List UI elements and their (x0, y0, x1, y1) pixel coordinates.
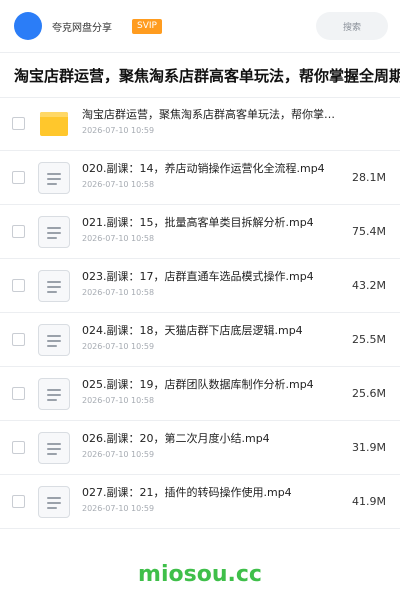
file-icon (38, 485, 70, 518)
file-name: 021.副课：15，批量高客单类目拆解分析.mp4 (82, 216, 314, 229)
file-size: 43.2M (352, 279, 386, 292)
brand-name: 夸克网盘分享 (52, 22, 112, 34)
file-icon (38, 323, 70, 356)
file-name: 024.副课：18，天猫店群下店底层逻辑.mp4 (82, 324, 303, 337)
avatar[interactable] (14, 12, 42, 40)
file-icon (38, 431, 70, 464)
file-info: 026.副课：20，第二次月度小结.mp4 2026-07-10 10:59 (82, 431, 340, 460)
file-date: 2026-07-10 10:59 (82, 504, 155, 513)
share-title-bar: 淘宝店群运营，聚焦淘系店群高客单玩法，帮你掌握全周期 (0, 52, 400, 98)
file-info: 淘宝店群运营，聚焦淘系店群高客单玩法，帮你掌握全周期… 2026-07-10 10… (82, 107, 340, 136)
row-checkbox[interactable] (12, 495, 25, 508)
file-row[interactable]: 027.副课：21，插件的转码操作使用.mp4 2026-07-10 10:59 4… (0, 475, 400, 529)
file-date: 2026-07-10 10:59 (82, 126, 155, 135)
file-row[interactable]: 淘宝店群运营，聚焦淘系店群高客单玩法，帮你掌握全周期… 2026-07-10 10… (0, 97, 400, 151)
file-icon (38, 377, 70, 410)
row-checkbox[interactable] (12, 279, 25, 292)
file-size: 28.1M (352, 171, 386, 184)
file-row[interactable]: 026.副课：20，第二次月度小结.mp4 2026-07-10 10:59 31.… (0, 421, 400, 475)
file-info: 027.副课：21，插件的转码操作使用.mp4 2026-07-10 10:59 (82, 485, 340, 514)
file-name: 025.副课：19，店群团队数据库制作分析.mp4 (82, 378, 314, 391)
file-size: 25.5M (352, 333, 386, 346)
file-date: 2026-07-10 10:59 (82, 342, 155, 351)
file-date: 2026-07-10 10:58 (82, 234, 155, 243)
row-checkbox[interactable] (12, 117, 25, 130)
svip-badge: SVIP (132, 18, 162, 34)
search-placeholder: 搜索 (342, 22, 361, 33)
file-date: 2026-07-10 10:58 (82, 180, 155, 189)
file-info: 020.副课：14，养店动销操作运营化全流程.mp4 2026-07-10 10:… (82, 161, 340, 190)
file-date: 2026-07-10 10:58 (82, 288, 155, 297)
watermark: miosou.cc (138, 562, 262, 587)
file-size: 25.6M (352, 387, 386, 400)
file-info: 025.副课：19，店群团队数据库制作分析.mp4 2026-07-10 10:5… (82, 377, 340, 406)
file-date: 2026-07-10 10:58 (82, 396, 155, 405)
file-name: 026.副课：20，第二次月度小结.mp4 (82, 432, 270, 445)
file-row[interactable]: 021.副课：15，批量高客单类目拆解分析.mp4 2026-07-10 10:5… (0, 205, 400, 259)
file-info: 021.副课：15，批量高客单类目拆解分析.mp4 2026-07-10 10:5… (82, 215, 340, 244)
file-name: 023.副课：17，店群直通车选品模式操作.mp4 (82, 270, 314, 283)
file-name: 027.副课：21，插件的转码操作使用.mp4 (82, 486, 292, 499)
file-row[interactable]: 020.副课：14，养店动销操作运营化全流程.mp4 2026-07-10 10:… (0, 151, 400, 205)
row-checkbox[interactable] (12, 387, 25, 400)
file-icon (38, 161, 70, 194)
folder-icon (38, 108, 70, 140)
search-input[interactable]: 搜索 (316, 12, 388, 40)
file-size: 41.9M (352, 495, 386, 508)
file-row[interactable]: 024.副课：18，天猫店群下店底层逻辑.mp4 2026-07-10 10:59… (0, 313, 400, 367)
file-size: 75.4M (352, 225, 386, 238)
file-row[interactable]: 023.副课：17，店群直通车选品模式操作.mp4 2026-07-10 10:5… (0, 259, 400, 313)
row-checkbox[interactable] (12, 333, 25, 346)
file-row[interactable]: 025.副课：19，店群团队数据库制作分析.mp4 2026-07-10 10:5… (0, 367, 400, 421)
file-icon (38, 215, 70, 248)
row-checkbox[interactable] (12, 441, 25, 454)
file-name: 020.副课：14，养店动销操作运营化全流程.mp4 (82, 162, 325, 175)
file-info: 023.副课：17，店群直通车选品模式操作.mp4 2026-07-10 10:5… (82, 269, 340, 298)
page-title: 淘宝店群运营，聚焦淘系店群高客单玩法，帮你掌握全周期 (14, 66, 400, 85)
file-date: 2026-07-10 10:59 (82, 450, 155, 459)
file-icon (38, 269, 70, 302)
top-bar: 夸克网盘分享 SVIP 搜索 (0, 0, 400, 52)
file-size: 31.9M (352, 441, 386, 454)
file-info: 024.副课：18，天猫店群下店底层逻辑.mp4 2026-07-10 10:59 (82, 323, 340, 352)
row-checkbox[interactable] (12, 225, 25, 238)
file-name: 淘宝店群运营，聚焦淘系店群高客单玩法，帮你掌握全周期… (82, 108, 340, 121)
file-list: 淘宝店群运营，聚焦淘系店群高客单玩法，帮你掌握全周期… 2026-07-10 10… (0, 97, 400, 529)
row-checkbox[interactable] (12, 171, 25, 184)
